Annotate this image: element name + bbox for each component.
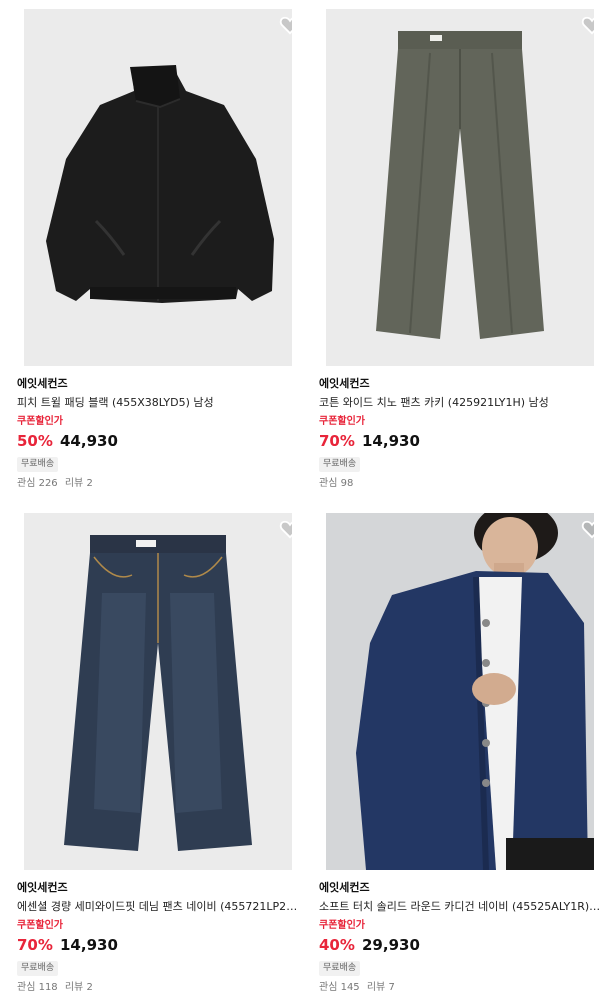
price-row: 70% 14,930: [319, 431, 601, 451]
like-count: 관심 98: [319, 478, 354, 489]
heart-icon[interactable]: [279, 15, 292, 35]
sale-price: 29,930: [362, 936, 420, 954]
product-image[interactable]: [24, 9, 292, 366]
coupon-label: 쿠폰할인가: [319, 416, 365, 427]
product-info: 에잇세컨즈 피치 트윌 패딩 블랙 (455X38LYD5) 남성 쿠폰할인가 …: [17, 377, 299, 490]
sale-price: 44,930: [60, 432, 118, 450]
product-info: 에잇세컨즈 코튼 와이드 치노 팬츠 카키 (425921LY1H) 남성 쿠폰…: [319, 377, 601, 490]
coupon-label: 쿠폰할인가: [319, 920, 365, 931]
product-info: 에잇세컨즈 에센셜 경량 세미와이드핏 데님 팬츠 네이비 (455721LP2…: [17, 881, 299, 994]
free-shipping-badge: 무료배송: [17, 457, 59, 472]
khaki-chino-pants-image: [326, 9, 594, 366]
price-row: 50% 44,930: [17, 431, 299, 451]
like-count: 관심 118: [17, 982, 58, 993]
product-card[interactable]: 에잇세컨즈 피치 트윌 패딩 블랙 (455X38LYD5) 남성 쿠폰할인가 …: [17, 9, 292, 490]
like-count: 관심 145: [319, 982, 360, 993]
discount-rate: 70%: [319, 432, 355, 450]
product-card[interactable]: 에잇세컨즈 소프트 터치 솔리드 라운드 카디건 네이비 (45525ALY1R…: [319, 513, 601, 994]
product-image[interactable]: [326, 9, 594, 366]
product-name[interactable]: 소프트 터치 솔리드 라운드 카디건 네이비 (45525ALY1R) ...: [319, 900, 601, 914]
discount-rate: 50%: [17, 432, 53, 450]
price-row: 40% 29,930: [319, 935, 601, 955]
discount-rate: 40%: [319, 936, 355, 954]
product-stats: 관심 226 리뷰 2: [17, 478, 299, 490]
coupon-label: 쿠폰할인가: [17, 416, 63, 427]
sale-price: 14,930: [362, 432, 420, 450]
black-padded-jacket-image: [24, 9, 292, 366]
product-name[interactable]: 코튼 와이드 치노 팬츠 카키 (425921LY1H) 남성: [319, 396, 601, 410]
product-stats: 관심 145 리뷰 7: [319, 982, 601, 994]
product-name[interactable]: 에센셜 경량 세미와이드핏 데님 팬츠 네이비 (455721LP2R...: [17, 900, 299, 914]
like-count: 관심 226: [17, 478, 58, 489]
heart-icon[interactable]: [581, 519, 594, 539]
product-stats: 관심 98: [319, 478, 601, 490]
product-info: 에잇세컨즈 소프트 터치 솔리드 라운드 카디건 네이비 (45525ALY1R…: [319, 881, 601, 994]
brand-name[interactable]: 에잇세컨즈: [319, 377, 601, 391]
discount-rate: 70%: [17, 936, 53, 954]
price-row: 70% 14,930: [17, 935, 299, 955]
product-card[interactable]: 에잇세컨즈 코튼 와이드 치노 팬츠 카키 (425921LY1H) 남성 쿠폰…: [319, 9, 594, 490]
heart-icon[interactable]: [279, 519, 292, 539]
review-count: 리뷰 7: [366, 982, 395, 993]
free-shipping-badge: 무료배송: [17, 961, 59, 976]
brand-name[interactable]: 에잇세컨즈: [17, 377, 299, 391]
review-count: 리뷰 2: [64, 982, 93, 993]
sale-price: 14,930: [60, 936, 118, 954]
review-count: 리뷰 2: [64, 478, 93, 489]
denim-jeans-image: [24, 513, 292, 870]
free-shipping-badge: 무료배송: [319, 457, 361, 472]
coupon-label: 쿠폰할인가: [17, 920, 63, 931]
product-image[interactable]: [326, 513, 594, 870]
product-image[interactable]: [24, 513, 292, 870]
brand-name[interactable]: 에잇세컨즈: [17, 881, 299, 895]
product-card[interactable]: 에잇세컨즈 에센셜 경량 세미와이드핏 데님 팬츠 네이비 (455721LP2…: [17, 513, 299, 994]
product-grid: 에잇세컨즈 피치 트윌 패딩 블랙 (455X38LYD5) 남성 쿠폰할인가 …: [0, 0, 611, 1005]
brand-name[interactable]: 에잇세컨즈: [319, 881, 601, 895]
heart-icon[interactable]: [581, 15, 594, 35]
product-stats: 관심 118 리뷰 2: [17, 982, 299, 994]
product-name[interactable]: 피치 트윌 패딩 블랙 (455X38LYD5) 남성: [17, 396, 299, 410]
navy-cardigan-model-image: [326, 513, 594, 870]
free-shipping-badge: 무료배송: [319, 961, 361, 976]
